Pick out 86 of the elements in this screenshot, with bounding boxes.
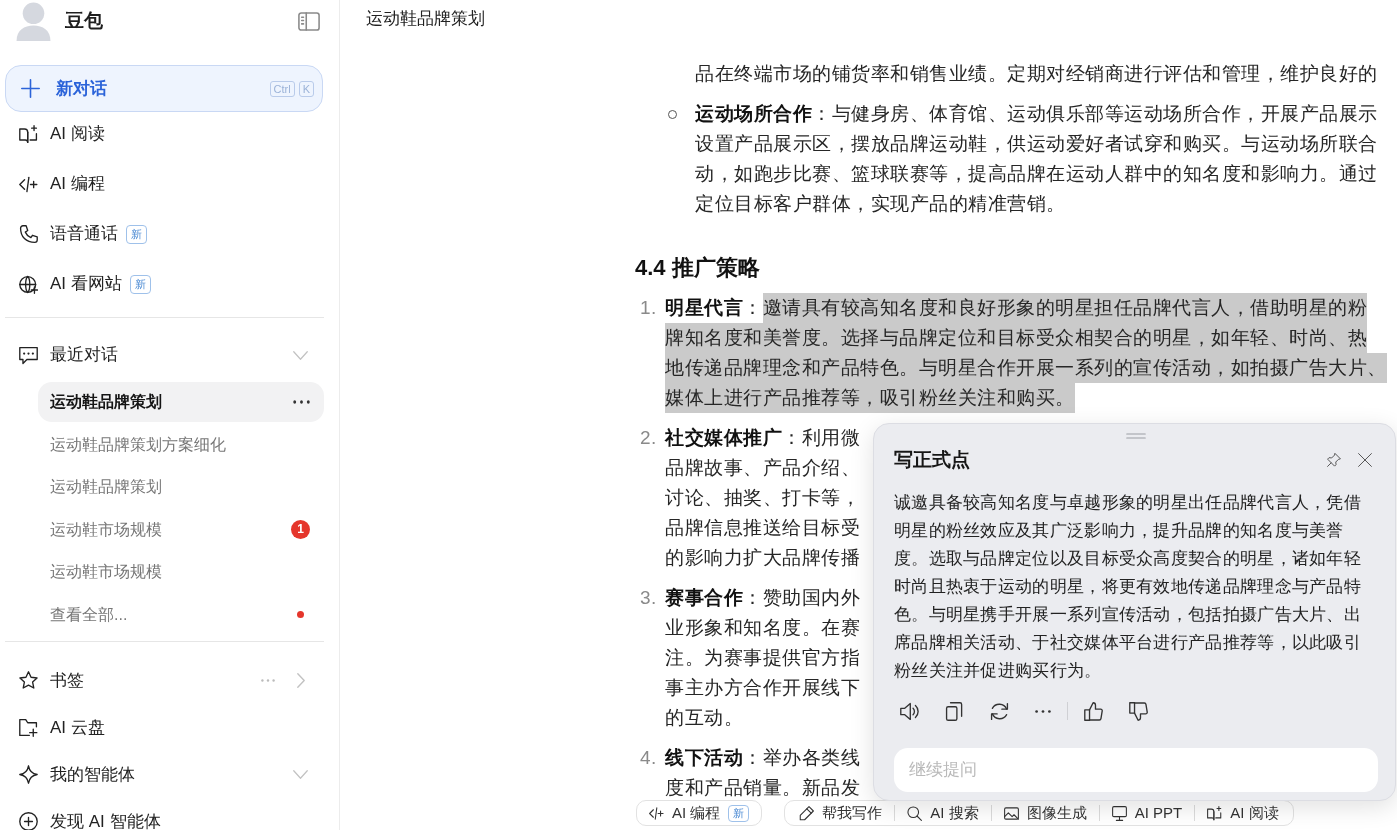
pin-icon[interactable] bbox=[1327, 453, 1341, 467]
paragraph-line: 定位目标客户群体，实现产品的精准营销。 bbox=[695, 192, 1066, 216]
globe-icon bbox=[19, 274, 38, 294]
pen-icon bbox=[799, 805, 815, 821]
follow-up-input[interactable]: 继续提问 bbox=[894, 748, 1378, 792]
sidebar-nav-item[interactable]: AI 云盘 bbox=[5, 712, 324, 743]
paragraph-line: 的互动。 bbox=[665, 706, 743, 730]
paragraph-line: 设置产品展示区，摆放品牌运动鞋，供运动爱好者试穿和购买。与运动场所联合 bbox=[695, 132, 1378, 156]
sidebar-nav-item[interactable]: 我的智能体 bbox=[5, 759, 324, 790]
list-item-title: 线下活动： bbox=[665, 746, 763, 770]
sidebar-nav-item[interactable]: AI 阅读 bbox=[5, 112, 324, 156]
new-badge: 新 bbox=[728, 804, 750, 822]
rewritten-paragraph: 诚邀具备较高知名度与卓越形象的明星出任品牌代言人，凭借明星的粉丝效应及其广泛影响力，提升品牌的知名度与美誉度。选取与品牌定位以及目标受众高度契合的明星，诸如年轻时尚且热衷于运动的明星，将更有效地传递品牌理念与产品特色。与明星携手开展一系列宣传活动，包括拍摄广告大片、出席品牌相关活动、于社交媒体平台进行产品推荐等，以此吸引粉丝关注并促进购买行为。 bbox=[894, 492, 1363, 682]
conversation-item[interactable]: 运动鞋品牌策划 bbox=[38, 382, 324, 422]
paragraph-line: 品牌故事、产品介绍、 bbox=[665, 456, 860, 480]
tool-button[interactable]: AI 搜索 bbox=[895, 804, 991, 822]
unread-count-badge: 1 bbox=[291, 520, 310, 540]
image-icon bbox=[1003, 805, 1019, 821]
refresh-icon[interactable] bbox=[990, 701, 1009, 721]
app-name: 豆包 bbox=[65, 9, 103, 33]
recent-chats-header[interactable]: 最近对话 bbox=[5, 333, 324, 377]
section-heading: 4.4 推广策略 bbox=[635, 254, 761, 282]
conversation-item[interactable]: 运动鞋品牌策划 bbox=[38, 467, 324, 508]
list-number: 1. bbox=[639, 296, 657, 320]
list-item-title: 赛事合作： bbox=[665, 586, 763, 610]
copy-icon[interactable] bbox=[945, 701, 964, 721]
conversation-item[interactable]: 运动鞋品牌策划方案细化 bbox=[38, 424, 324, 465]
thumbs-up-icon[interactable] bbox=[1084, 701, 1103, 721]
paragraph-line: 的影响力扩大品牌传播 bbox=[665, 546, 860, 570]
view-all-link[interactable]: 查看全部... bbox=[38, 594, 324, 635]
code-icon bbox=[19, 174, 38, 194]
tool-button[interactable]: 帮我写作 bbox=[787, 804, 895, 822]
paragraph-line: 举办各类线 bbox=[762, 746, 860, 770]
paragraph-line: 动，如跑步比赛、篮球联赛等，提高品牌在运动人群中的知名度和影响力。通过 bbox=[695, 162, 1378, 186]
star-icon bbox=[19, 670, 38, 690]
sidebar-nav-item[interactable]: AI 看网站 新 bbox=[5, 262, 324, 306]
avatar-icon bbox=[15, 1, 52, 41]
popup-title: 写正式点 bbox=[894, 447, 970, 472]
book-icon bbox=[1207, 805, 1223, 821]
new-badge: 新 bbox=[129, 274, 151, 294]
sidebar-nav-item[interactable]: 发现 AI 智能体 bbox=[5, 806, 324, 830]
paragraph-line: 与健身房、体育馆、运动俱乐部等运动场所合作，开展产品展示 bbox=[831, 102, 1378, 126]
conversation-item[interactable]: 运动鞋市场规模 bbox=[38, 552, 324, 593]
speaker-icon[interactable] bbox=[900, 701, 919, 721]
drag-handle-icon[interactable] bbox=[1125, 433, 1146, 439]
new-chat-button[interactable]: 新对话 Ctrl K bbox=[5, 65, 323, 112]
thumbs-down-icon[interactable] bbox=[1129, 701, 1148, 721]
list-item-title: 明星代言： bbox=[665, 296, 763, 320]
folder-plus-icon bbox=[19, 717, 38, 737]
tool-button[interactable]: AI PPT bbox=[1099, 804, 1195, 822]
paragraph-line: 度和产品销量。新品发 bbox=[665, 776, 860, 800]
chat-bubble-icon bbox=[19, 345, 38, 365]
phone-icon bbox=[19, 224, 38, 244]
list-number: 3. bbox=[639, 586, 657, 610]
book-icon bbox=[19, 124, 38, 144]
paragraph-line: 讨论、抽奖、打卡等， bbox=[665, 486, 860, 510]
code-icon bbox=[649, 805, 664, 821]
more-icon[interactable] bbox=[293, 400, 310, 404]
paragraph-line: 利用微 bbox=[801, 426, 860, 450]
paragraph-line: 品在终端市场的铺货率和销售业绩。定期对经销商进行评估和管理，维护良好的 bbox=[695, 62, 1378, 86]
tool-button[interactable]: AI 阅读 bbox=[1195, 804, 1291, 822]
conversation-title: 运动鞋品牌策划 bbox=[365, 8, 486, 29]
tool-button[interactable]: 图像生成 bbox=[991, 804, 1099, 822]
list-number: 2. bbox=[639, 426, 657, 450]
sidebar-nav-item[interactable]: 语音通话 新 bbox=[5, 212, 324, 256]
list-number: 4. bbox=[639, 746, 657, 770]
paragraph-line: 业形象和知名度。在赛 bbox=[665, 616, 860, 640]
tool-button[interactable]: AI 编程 新 bbox=[636, 800, 763, 826]
shortcut-key: K bbox=[298, 80, 314, 97]
conversation-item[interactable]: 运动鞋市场规模 1 bbox=[38, 509, 324, 550]
list-item-title: 运动场所合作： bbox=[695, 102, 832, 126]
paragraph-line: 赞助国内外 bbox=[762, 586, 860, 610]
list-item-title: 社交媒体推广： bbox=[665, 426, 802, 450]
paragraph-line: 事主办方合作开展线下 bbox=[665, 676, 860, 700]
search-icon bbox=[907, 805, 923, 821]
plus-icon bbox=[21, 79, 40, 98]
paragraph-line: 品牌信息推送给目标受 bbox=[665, 516, 860, 540]
new-badge: 新 bbox=[126, 224, 147, 244]
sparkle-icon bbox=[19, 764, 38, 784]
sidebar-nav-item[interactable]: AI 编程 bbox=[5, 162, 324, 206]
shortcut-key: Ctrl bbox=[269, 80, 295, 97]
paragraph-line: 注。为赛事提供官方指 bbox=[665, 646, 860, 670]
presentation-icon bbox=[1111, 805, 1127, 821]
more-icon[interactable] bbox=[1035, 709, 1051, 713]
close-icon[interactable] bbox=[1358, 453, 1372, 467]
sidebar-toggle-icon[interactable] bbox=[298, 11, 320, 31]
